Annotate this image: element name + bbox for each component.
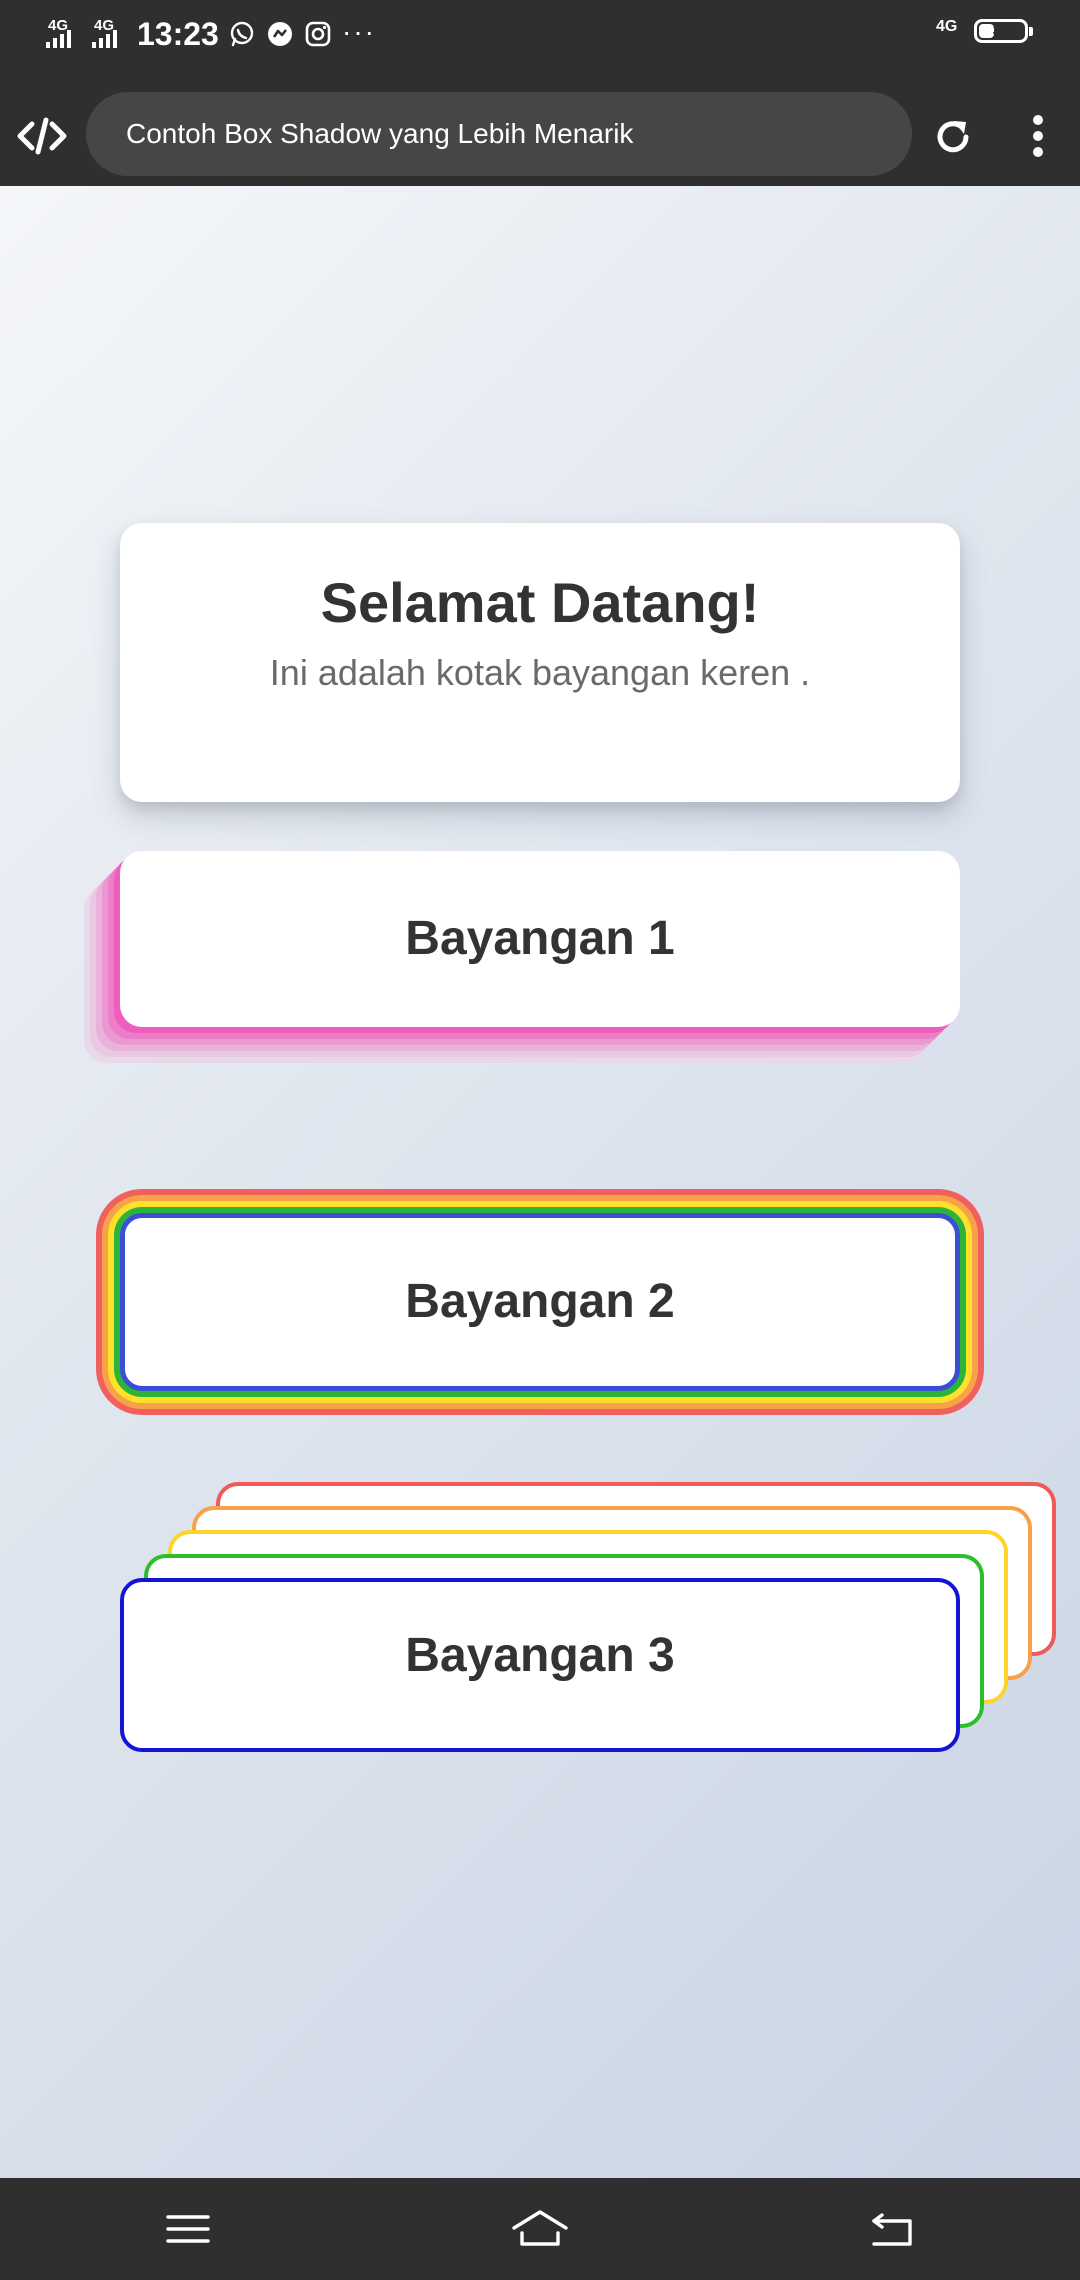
shadow-box-2: Bayangan 2 — [120, 1213, 960, 1391]
network-label: 4G — [936, 18, 958, 35]
shadow-box-3: Bayangan 3 — [120, 1578, 960, 1752]
shadow-box-2-label: Bayangan 2 — [405, 1275, 675, 1328]
title-bar[interactable]: Contoh Box Shadow yang Lebih Menarik — [86, 92, 912, 176]
battery-icon: 32 — [974, 19, 1028, 43]
app-bar: Contoh Box Shadow yang Lebih Menarik — [0, 86, 1080, 186]
signal-2-icon: 4G — [92, 18, 132, 48]
welcome-subtitle: Ini adalah kotak bayangan keren . — [269, 652, 811, 693]
welcome-title: Selamat Datang! — [320, 571, 760, 634]
status-time: 13:23 — [137, 16, 219, 52]
shadow-box-1: Bayangan 1 — [120, 851, 960, 1027]
whatsapp-icon — [230, 21, 254, 47]
home-icon[interactable] — [510, 2202, 570, 2256]
navigation-bar — [0, 2178, 1080, 2280]
battery-tip — [1029, 27, 1033, 36]
page-content: Selamat Datang! Ini adalah kotak bayanga… — [0, 186, 1080, 2178]
messenger-icon — [268, 22, 292, 46]
code-logo-icon[interactable] — [16, 116, 68, 156]
status-bar: 4G 4G 13:23 ··· 4G 32 — [0, 0, 1080, 86]
more-notifications-indicator: ··· — [342, 16, 376, 47]
reload-icon[interactable] — [930, 114, 976, 160]
signal-1-icon: 4G — [46, 18, 86, 48]
more-vertical-icon[interactable] — [1022, 112, 1054, 160]
instagram-icon — [305, 21, 331, 47]
battery-percent: 32 — [992, 22, 1010, 39]
shadow-box-3-label: Bayangan 3 — [405, 1629, 675, 1682]
back-icon[interactable] — [862, 2202, 922, 2256]
menu-icon[interactable] — [158, 2202, 218, 2256]
welcome-card: Selamat Datang! Ini adalah kotak bayanga… — [120, 523, 960, 802]
page-title: Contoh Box Shadow yang Lebih Menarik — [126, 118, 634, 149]
shadow-box-1-label: Bayangan 1 — [405, 912, 675, 965]
